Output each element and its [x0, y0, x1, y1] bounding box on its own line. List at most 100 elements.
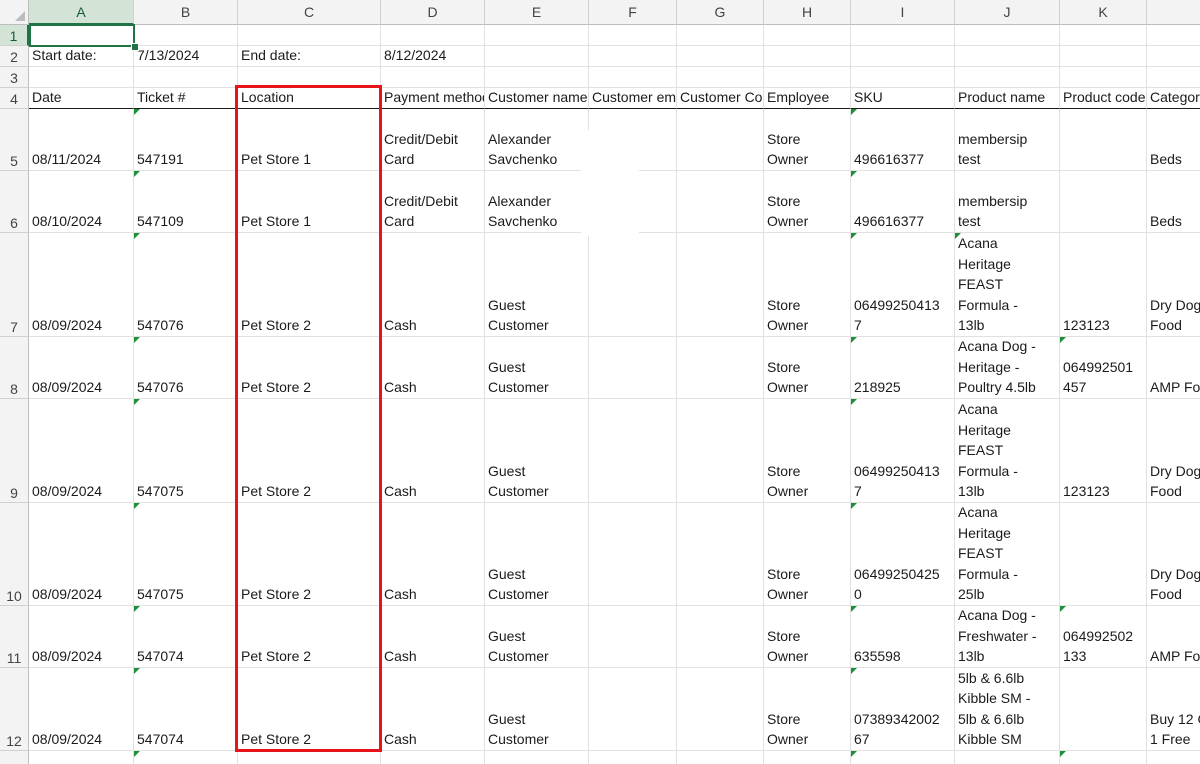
column-header-e[interactable]: E [485, 0, 589, 25]
cell-e13[interactable] [485, 751, 589, 764]
cell-g13[interactable] [677, 751, 764, 764]
cell-i3[interactable] [851, 67, 955, 88]
fill-handle[interactable] [131, 43, 139, 51]
cell-f3[interactable] [589, 67, 677, 88]
cell-k1[interactable] [1060, 25, 1147, 46]
cell-e11[interactable]: Guest Customer [485, 606, 589, 668]
cell-g7[interactable] [677, 233, 764, 337]
cell-k7[interactable]: 123123 [1060, 233, 1147, 337]
select-all-corner[interactable] [0, 0, 29, 25]
column-header-j[interactable]: J [955, 0, 1060, 25]
cell-g11[interactable] [677, 606, 764, 668]
cell-h9[interactable]: Store Owner [764, 399, 851, 503]
cell-e4[interactable]: Customer name [485, 88, 589, 109]
cell-b7[interactable]: 547076 [134, 233, 238, 337]
cell-l11[interactable]: AMP Food [1147, 606, 1200, 668]
cell-j6[interactable]: membersip test [955, 171, 1060, 233]
column-header-l[interactable]: L [1147, 0, 1200, 25]
cell-b3[interactable] [134, 67, 238, 88]
cell-b11[interactable]: 547074 [134, 606, 238, 668]
cell-j9[interactable]: Acana Heritage FEAST Formula - 13lb [955, 399, 1060, 503]
column-header-k[interactable]: K [1060, 0, 1147, 25]
cell-h10[interactable]: Store Owner [764, 503, 851, 606]
cell-j13[interactable]: 2 Hounds [955, 751, 1060, 764]
cell-i8[interactable]: 218925 [851, 337, 955, 399]
cell-l1[interactable] [1147, 25, 1200, 46]
cell-i13[interactable] [851, 751, 955, 764]
cell-a5[interactable]: 08/11/2024 [29, 109, 134, 171]
cell-g4[interactable]: Customer Comment [677, 88, 764, 109]
cell-g6[interactable] [677, 171, 764, 233]
cell-g1[interactable] [677, 25, 764, 46]
cell-d9[interactable]: Cash [381, 399, 485, 503]
cell-b10[interactable]: 547075 [134, 503, 238, 606]
cell-j1[interactable] [955, 25, 1060, 46]
cell-j7[interactable]: Acana Heritage FEAST Formula - 13lb [955, 233, 1060, 337]
cell-b6[interactable]: 547109 [134, 171, 238, 233]
cell-d7[interactable]: Cash [381, 233, 485, 337]
cell-e8[interactable]: Guest Customer [485, 337, 589, 399]
cell-k4[interactable]: Product code [1060, 88, 1147, 109]
cell-l8[interactable]: AMP Food [1147, 337, 1200, 399]
row-header-11[interactable]: 11 [0, 606, 29, 668]
cell-f1[interactable] [589, 25, 677, 46]
cell-b13[interactable] [134, 751, 238, 764]
cell-d12[interactable]: Cash [381, 668, 485, 751]
row-header-2[interactable]: 2 [0, 46, 29, 67]
cell-e5[interactable]: Alexander Savchenko [485, 109, 589, 171]
row-header-12[interactable]: 12 [0, 668, 29, 751]
cell-k13[interactable] [1060, 751, 1147, 764]
cell-d8[interactable]: Cash [381, 337, 485, 399]
cell-b9[interactable]: 547075 [134, 399, 238, 503]
cell-i12[interactable]: 07389342002 67 [851, 668, 955, 751]
cell-a7[interactable]: 08/09/2024 [29, 233, 134, 337]
cell-g8[interactable] [677, 337, 764, 399]
cell-d11[interactable]: Cash [381, 606, 485, 668]
cell-j5[interactable]: membersip test [955, 109, 1060, 171]
row-header-6[interactable]: 6 [0, 171, 29, 233]
cell-e9[interactable]: Guest Customer [485, 399, 589, 503]
cell-g5[interactable] [677, 109, 764, 171]
cell-a8[interactable]: 08/09/2024 [29, 337, 134, 399]
cell-g2[interactable] [677, 46, 764, 67]
cell-d2[interactable]: 8/12/2024 [381, 46, 485, 67]
cell-l4[interactable]: Category [1147, 88, 1200, 109]
column-header-b[interactable]: B [134, 0, 238, 25]
cell-e10[interactable]: Guest Customer [485, 503, 589, 606]
cell-j2[interactable] [955, 46, 1060, 67]
cell-j8[interactable]: Acana Dog - Heritage - Poultry 4.5lb [955, 337, 1060, 399]
cell-k2[interactable] [1060, 46, 1147, 67]
cell-a6[interactable]: 08/10/2024 [29, 171, 134, 233]
cell-a9[interactable]: 08/09/2024 [29, 399, 134, 503]
cell-d13[interactable] [381, 751, 485, 764]
cell-h4[interactable]: Employee [764, 88, 851, 109]
cell-c1[interactable] [238, 25, 381, 46]
row-header-8[interactable]: 8 [0, 337, 29, 399]
cell-f2[interactable] [589, 46, 677, 67]
column-header-f[interactable]: F [589, 0, 677, 25]
cell-a11[interactable]: 08/09/2024 [29, 606, 134, 668]
cell-h6[interactable]: Store Owner [764, 171, 851, 233]
cell-j10[interactable]: Acana Heritage FEAST Formula - 25lb [955, 503, 1060, 606]
cell-f10[interactable] [589, 503, 677, 606]
cell-d1[interactable] [381, 25, 485, 46]
cell-i5[interactable]: 496616377 [851, 109, 955, 171]
column-header-c[interactable]: C [238, 0, 381, 25]
cell-i4[interactable]: SKU [851, 88, 955, 109]
cell-e12[interactable]: Guest Customer [485, 668, 589, 751]
cell-b12[interactable]: 547074 [134, 668, 238, 751]
column-header-i[interactable]: I [851, 0, 955, 25]
cell-k10[interactable] [1060, 503, 1147, 606]
column-header-d[interactable]: D [381, 0, 485, 25]
cell-f7[interactable] [589, 233, 677, 337]
row-header-7[interactable]: 7 [0, 233, 29, 337]
cell-b5[interactable]: 547191 [134, 109, 238, 171]
cell-h12[interactable]: Store Owner [764, 668, 851, 751]
cell-e7[interactable]: Guest Customer [485, 233, 589, 337]
cell-b2[interactable]: 7/13/2024 [134, 46, 238, 67]
row-header-9[interactable]: 9 [0, 399, 29, 503]
cell-h7[interactable]: Store Owner [764, 233, 851, 337]
cell-l9[interactable]: Dry Dog Food [1147, 399, 1200, 503]
cell-b4[interactable]: Ticket # [134, 88, 238, 109]
cell-g10[interactable] [677, 503, 764, 606]
